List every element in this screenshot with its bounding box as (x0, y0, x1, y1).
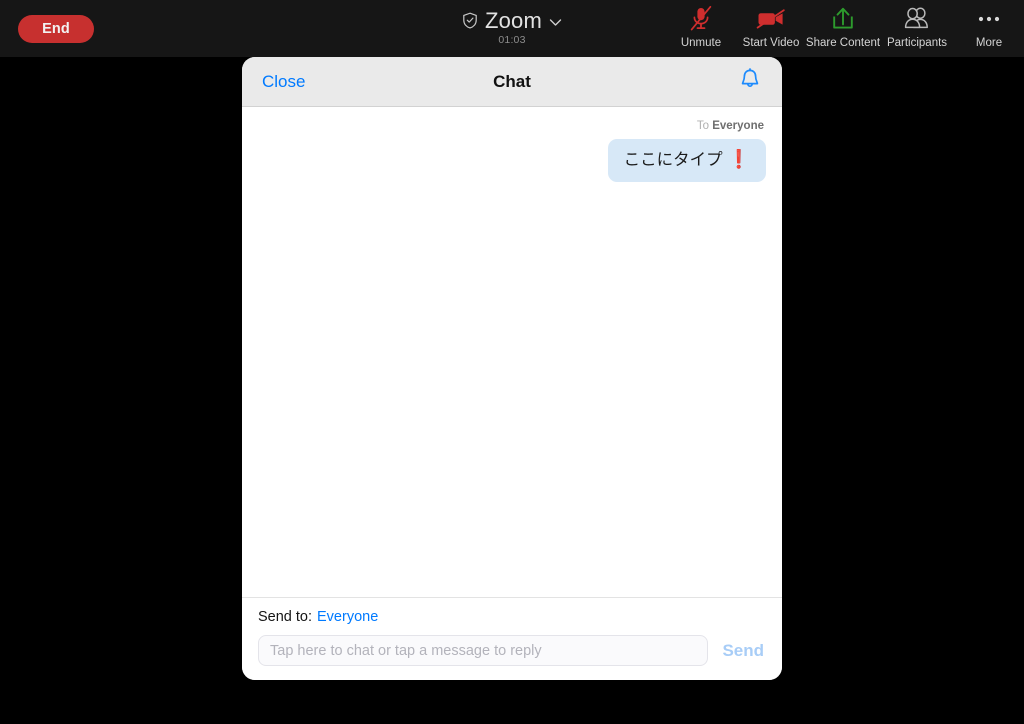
message-to-target: Everyone (712, 120, 764, 132)
participants-button[interactable]: Participants (880, 0, 954, 50)
end-meeting-button[interactable]: End (18, 15, 94, 43)
meeting-timer: 01:03 (498, 34, 526, 46)
start-video-label: Start Video (742, 37, 800, 49)
unmute-button[interactable]: Unmute (666, 0, 736, 50)
share-content-label: Share Content (805, 37, 881, 49)
bell-notification-icon (739, 68, 761, 96)
chat-composer: Send to: Everyone Send (242, 597, 782, 680)
participants-label: Participants (886, 37, 948, 49)
meeting-info-button[interactable]: Zoom (462, 9, 562, 32)
chevron-down-icon (549, 15, 562, 27)
shield-check-icon (462, 12, 478, 29)
chat-message[interactable]: To Everyone ここにタイプ ❗ (258, 119, 766, 182)
meeting-title-text: Zoom (484, 8, 543, 33)
chat-panel-header: Close Chat (242, 57, 782, 107)
toolbar-actions: Unmute Start Video Share Content Partici… (666, 0, 1024, 57)
participants-icon (902, 5, 932, 33)
more-label: More (975, 37, 1003, 49)
video-off-icon (755, 5, 787, 33)
zoom-meeting-screen: End Zoom 01:03 Unmute Start Video Share … (0, 0, 1024, 724)
message-to-word: To (696, 120, 710, 132)
more-dots-icon (976, 5, 1002, 33)
message-recipient-label: To Everyone (697, 119, 764, 133)
share-content-button[interactable]: Share Content (806, 0, 880, 50)
exclamation-mark-emoji: ❗ (727, 149, 750, 170)
start-video-button[interactable]: Start Video (736, 0, 806, 50)
send-to-label: Send to: (258, 609, 313, 625)
message-bubble[interactable]: ここにタイプ ❗ (607, 139, 766, 182)
chat-message-list[interactable]: To Everyone ここにタイプ ❗ (242, 107, 782, 597)
send-message-button[interactable]: Send (720, 641, 766, 661)
unmute-label: Unmute (680, 37, 722, 49)
message-text: ここにタイプ (623, 150, 723, 169)
chat-message-input[interactable] (258, 635, 709, 666)
chat-notification-button[interactable] (732, 57, 768, 107)
composer-row: Send (258, 635, 766, 666)
share-upload-icon (829, 5, 857, 33)
more-options-button[interactable]: More (954, 0, 1024, 50)
meeting-toolbar: End Zoom 01:03 Unmute Start Video Share … (0, 0, 1024, 57)
microphone-muted-icon (688, 5, 714, 33)
send-to-recipient-selector[interactable]: Everyone (317, 609, 378, 625)
send-to-row: Send to: Everyone (258, 608, 766, 626)
chat-panel: Close Chat To Everyone ここにタイプ ❗ Send to:… (242, 57, 782, 680)
chat-panel-title: Chat (493, 72, 531, 91)
